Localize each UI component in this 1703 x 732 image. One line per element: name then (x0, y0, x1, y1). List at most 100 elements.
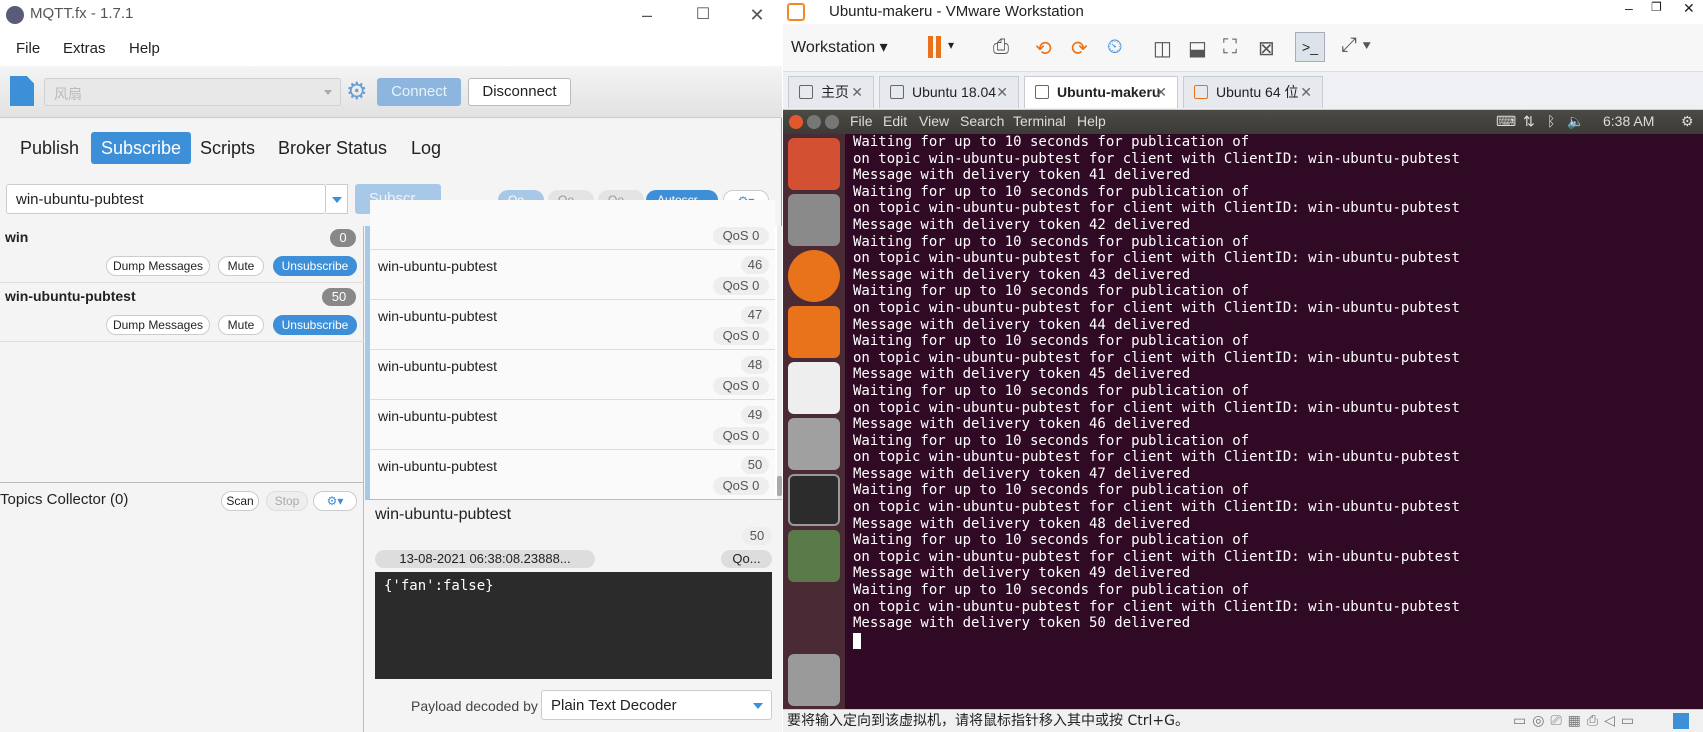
document-icon[interactable] (10, 76, 34, 106)
unsubscribe-button[interactable]: Unsubscribe (273, 256, 357, 276)
payload-viewer[interactable]: {'fan':false} (375, 572, 772, 679)
ubuntu-menu-file[interactable]: File (850, 113, 873, 129)
message-row[interactable]: win-ubuntu-pubtest 46 QoS 0 (370, 250, 775, 300)
close-tab-icon[interactable]: ✕ (851, 77, 863, 107)
settings-menu-icon[interactable]: ⚙▾ (313, 491, 357, 511)
message-row[interactable]: win-ubuntu-pubtest 49 QoS 0 (370, 400, 775, 450)
ubuntu-menu-terminal[interactable]: Terminal (1013, 113, 1066, 129)
volume-icon[interactable]: 🔈 (1567, 113, 1584, 130)
message-row[interactable]: win-ubuntu-pubtest 47 QoS 0 (370, 300, 775, 350)
tab-publish[interactable]: Publish (10, 132, 89, 164)
unsubscribe-button[interactable]: Unsubscribe (273, 315, 357, 335)
subscription-name[interactable]: win (5, 229, 28, 245)
revert-snapshot-icon[interactable]: ⟳ (1071, 36, 1088, 61)
ubuntu-dash-icon[interactable] (788, 138, 840, 190)
device-status-icons[interactable]: ▭◎⎚▦⎙◁▭ (1513, 710, 1640, 732)
home-icon (799, 85, 813, 99)
main-tabs: Publish Subscribe Scripts Broker Status … (0, 118, 782, 180)
connection-profile-select[interactable]: 风扇 (44, 78, 341, 106)
message-log-icon[interactable] (1673, 713, 1689, 729)
stop-button[interactable]: Stop (266, 491, 308, 511)
console-view-icon[interactable]: >_ (1295, 32, 1325, 62)
tab-broker-status[interactable]: Broker Status (268, 132, 397, 164)
scrollbar-thumb[interactable] (777, 476, 782, 496)
menu-help[interactable]: Help (129, 40, 160, 57)
network-icon[interactable]: ⇅ (1523, 113, 1535, 130)
message-row[interactable]: QoS 0 (370, 200, 775, 250)
mute-button[interactable]: Mute (218, 256, 264, 276)
dump-messages-button[interactable]: Dump Messages (106, 256, 210, 276)
close-icon[interactable]: ✕ (1683, 0, 1695, 17)
menu-file[interactable]: File (16, 40, 40, 57)
clock[interactable]: 6:38 AM (1603, 113, 1654, 129)
ubuntu-menu-edit[interactable]: Edit (883, 113, 907, 129)
close-icon[interactable] (789, 115, 803, 129)
firefox-icon[interactable] (788, 250, 840, 302)
thumbnail-bar-icon[interactable]: ⬓ (1188, 36, 1207, 61)
tab-ubuntu-64[interactable]: Ubuntu 64 位 ✕ (1183, 76, 1323, 108)
menu-extras[interactable]: Extras (63, 40, 106, 57)
minimize-icon[interactable]: – (1625, 0, 1633, 16)
power-gear-icon[interactable]: ⚙ (1681, 113, 1694, 130)
close-tab-icon[interactable]: ✕ (996, 77, 1008, 107)
detail-message-number: 50 (742, 527, 772, 545)
message-count-badge: 0 (330, 229, 356, 247)
pause-icon[interactable] (928, 36, 933, 58)
tab-label: Ubuntu 18.04 (912, 84, 997, 100)
message-list-scrollbar[interactable] (777, 226, 782, 499)
close-icon[interactable]: ✕ (734, 2, 780, 28)
bluetooth-icon[interactable]: ᛒ (1547, 113, 1555, 129)
maximize-icon[interactable] (825, 115, 839, 129)
sidebar-toggle-icon[interactable]: ◫ (1153, 36, 1172, 61)
system-settings-icon[interactable] (788, 418, 840, 470)
send-keys-icon[interactable]: ⎙ (993, 36, 1009, 59)
vmware-app-icon (787, 3, 805, 21)
tab-home[interactable]: 主页 ✕ (788, 76, 874, 108)
mute-button[interactable]: Mute (218, 315, 264, 335)
stretch-view-icon[interactable]: ⤢ ▾ (1341, 34, 1371, 57)
maximize-icon[interactable]: ☐ (680, 2, 726, 28)
terminal-output[interactable]: Waiting for up to 10 seconds for publica… (845, 134, 1703, 709)
software-center-icon[interactable] (788, 306, 840, 358)
tab-ubuntu-1804[interactable]: Ubuntu 18.04 ✕ (879, 76, 1019, 108)
subscription-name[interactable]: win-ubuntu-pubtest (5, 288, 136, 304)
topic-history-dropdown[interactable] (326, 184, 348, 214)
ubuntu-menu-view[interactable]: View (919, 113, 949, 129)
workstation-menu[interactable]: Workstation ▾ (791, 37, 888, 57)
keyboard-icon[interactable]: ⌨ (1496, 113, 1516, 130)
minimize-icon[interactable]: – (624, 2, 670, 28)
decoder-select[interactable]: Plain Text Decoder (541, 690, 772, 720)
unity-icon[interactable]: ⊠ (1258, 36, 1275, 61)
files-icon[interactable] (788, 194, 840, 246)
amazon-icon[interactable] (788, 362, 840, 414)
terminal-icon[interactable] (788, 474, 840, 526)
message-detail-panel: win-ubuntu-pubtest 50 13-08-2021 06:38:0… (365, 499, 782, 732)
minimize-icon[interactable] (807, 115, 821, 129)
snapshot-manager-icon[interactable]: ⏲ (1107, 36, 1123, 59)
trash-icon[interactable] (788, 654, 840, 706)
ubuntu-menu-search[interactable]: Search (960, 113, 1004, 129)
chevron-down-icon[interactable]: ▾ (948, 38, 954, 52)
scan-button[interactable]: Scan (221, 491, 259, 511)
message-topic: win-ubuntu-pubtest (378, 408, 498, 424)
tab-log[interactable]: Log (401, 132, 451, 164)
message-row[interactable]: win-ubuntu-pubtest 50 QoS 0 (370, 450, 775, 500)
ubuntu-menu-help[interactable]: Help (1077, 113, 1106, 129)
disconnect-button[interactable]: Disconnect (468, 78, 571, 106)
tab-ubuntu-makeru[interactable]: Ubuntu-makeru ✕ (1024, 76, 1178, 108)
tab-scripts[interactable]: Scripts (190, 132, 265, 164)
tab-subscribe[interactable]: Subscribe (91, 132, 192, 164)
terminal-line: on topic win-ubuntu-pubtest for client w… (853, 499, 1460, 516)
connect-button[interactable]: Connect (377, 78, 461, 106)
dump-messages-button[interactable]: Dump Messages (106, 315, 210, 335)
software-updater-icon[interactable] (788, 530, 840, 582)
close-tab-icon[interactable]: ✕ (1300, 77, 1312, 107)
snapshot-icon[interactable]: ⟲ (1035, 36, 1052, 61)
restore-icon[interactable]: ❐ (1651, 0, 1662, 14)
message-row[interactable]: win-ubuntu-pubtest 48 QoS 0 (370, 350, 775, 400)
fullscreen-icon[interactable]: ⛶ (1223, 36, 1237, 59)
gear-icon[interactable]: ⚙ (346, 80, 370, 104)
close-tab-icon[interactable]: ✕ (1155, 77, 1167, 107)
qos-badge: QoS 0 (713, 427, 769, 445)
topic-input[interactable]: win-ubuntu-pubtest (6, 184, 326, 214)
